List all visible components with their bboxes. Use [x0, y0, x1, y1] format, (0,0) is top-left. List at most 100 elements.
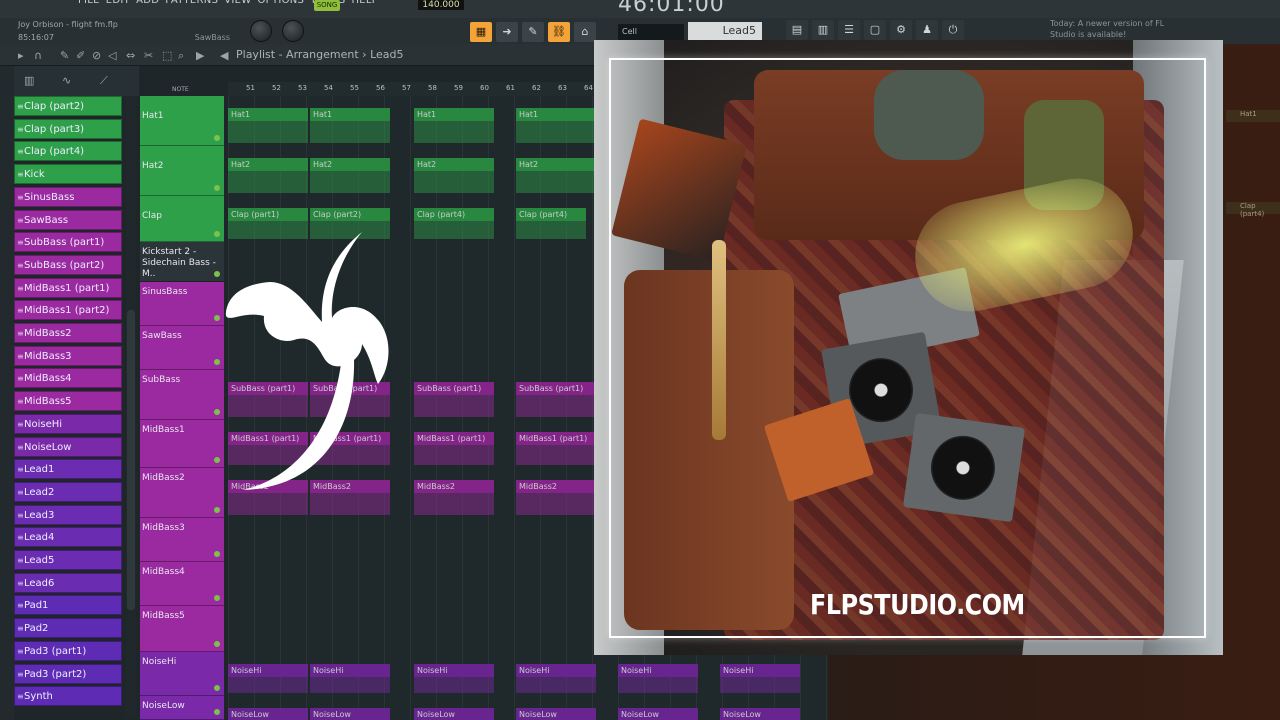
track-enable-led[interactable] — [214, 551, 220, 557]
pattern-clip-body[interactable] — [414, 677, 494, 693]
pattern-clip[interactable]: Clap (part1) — [228, 208, 308, 221]
picker-item[interactable]: Lead2 — [14, 481, 122, 503]
pattern-clip[interactable]: Hat1 — [310, 108, 390, 121]
pattern-clip[interactable]: NoiseLow — [618, 708, 698, 720]
pattern-clip[interactable]: NoiseHi — [720, 664, 800, 677]
track-header[interactable]: MidBass2 — [140, 468, 224, 518]
picker-item[interactable]: Clap (part2) — [14, 96, 122, 117]
master-volume-knob[interactable] — [250, 20, 272, 42]
pattern-clip-body[interactable] — [516, 493, 596, 515]
track-enable-led[interactable] — [214, 315, 220, 321]
update-notice[interactable]: Today: A newer version of FL Studio is a… — [1050, 18, 1170, 40]
pattern-clip[interactable]: MidBass2 — [414, 480, 494, 493]
pattern-clip[interactable]: Hat2 — [228, 158, 308, 171]
pattern-clip-body[interactable] — [414, 221, 494, 239]
pattern-clip-body[interactable] — [228, 171, 308, 193]
track-enable-led[interactable] — [214, 135, 220, 141]
user-icon[interactable]: ♟ — [916, 20, 938, 40]
pattern-clip-body[interactable] — [618, 677, 698, 693]
zoom-icon[interactable]: ⌕ — [178, 49, 184, 63]
picker-item[interactable]: SawBass — [14, 209, 122, 231]
timeline-ruler[interactable]: 51 52 53 54 55 56 57 58 59 60 61 62 63 64 — [228, 82, 598, 96]
waveform-icon[interactable]: ∿ — [62, 74, 71, 87]
track-header[interactable]: Hat1 — [140, 96, 224, 146]
pattern-selector[interactable]: Lead5 — [688, 22, 762, 40]
paint-icon[interactable]: ✐ — [76, 49, 85, 62]
piano-icon[interactable]: ▥ — [24, 74, 34, 87]
pattern-clip[interactable]: Hat1 — [228, 108, 308, 121]
picker-item[interactable]: NoiseHi — [14, 413, 122, 435]
pattern-clip[interactable]: Hat1 — [414, 108, 494, 121]
pattern-clip-body[interactable] — [516, 395, 596, 417]
pattern-clip-body[interactable] — [228, 677, 308, 693]
track-header[interactable]: MidBass4 — [140, 562, 224, 606]
pattern-clip-body[interactable] — [414, 171, 494, 193]
slip-icon[interactable]: ⇔ — [126, 49, 135, 62]
menu-patterns[interactable]: PATTERNS — [165, 0, 218, 6]
picker-item[interactable]: MidBass1 (part2) — [14, 300, 122, 321]
picker-item[interactable]: Clap (part4) — [14, 141, 122, 162]
picker-item[interactable]: MidBass2 — [14, 323, 122, 344]
picker-item[interactable]: Lead6 — [14, 572, 122, 594]
select-icon[interactable]: ⬚ — [162, 49, 172, 62]
pattern-clip[interactable]: NoiseLow — [414, 708, 494, 720]
picker-item[interactable]: Lead1 — [14, 459, 122, 480]
track-enable-led[interactable] — [214, 709, 220, 715]
track-enable-led[interactable] — [214, 457, 220, 463]
pattern-clip[interactable]: NoiseHi — [414, 664, 494, 677]
picker-item[interactable]: Kick — [14, 164, 122, 185]
track-header[interactable]: SubBass — [140, 370, 224, 420]
pattern-clip[interactable]: NoiseLow — [310, 708, 390, 720]
arrow-icon[interactable]: ▸ — [18, 49, 24, 62]
piano-roll-icon[interactable]: ▦ — [470, 22, 492, 42]
picker-item[interactable]: NoiseLow — [14, 436, 122, 458]
picker-item[interactable]: Lead4 — [14, 527, 122, 548]
track-enable-led[interactable] — [214, 359, 220, 365]
master-pitch-knob[interactable] — [282, 20, 304, 42]
mixer-icon[interactable]: ☰ — [838, 20, 860, 40]
picker-item[interactable]: MidBass5 — [14, 391, 122, 412]
menu-view[interactable]: VIEW — [224, 0, 251, 6]
menu-add[interactable]: ADD — [136, 0, 159, 6]
picker-item[interactable]: Pad3 (part1) — [14, 640, 122, 662]
track-header[interactable]: Clap — [140, 196, 224, 242]
pattern-clip-body[interactable] — [720, 677, 800, 693]
menu-file[interactable]: FILE — [78, 0, 100, 6]
pattern-clip[interactable]: NoiseHi — [228, 664, 308, 677]
pattern-clip[interactable]: NoiseHi — [310, 664, 390, 677]
pattern-clip-body[interactable] — [516, 677, 596, 693]
pattern-clip[interactable]: MidBass1 (part1) — [516, 432, 596, 445]
track-header[interactable]: SawBass — [140, 326, 224, 370]
pattern-clip[interactable]: NoiseHi — [516, 664, 596, 677]
track-enable-led[interactable] — [214, 507, 220, 513]
pattern-clip[interactable]: Clap (part4) — [516, 208, 586, 221]
track-header[interactable]: Hat2 — [140, 146, 224, 196]
track-header[interactable]: SinusBass — [140, 282, 224, 326]
channel-rack-icon[interactable]: ▥ — [812, 20, 834, 40]
track-header[interactable]: MidBass5 — [140, 606, 224, 652]
pattern-clip-body[interactable] — [414, 395, 494, 417]
picker-item[interactable]: Synth — [14, 686, 122, 707]
track-header[interactable]: MidBass3 — [140, 518, 224, 562]
pencil-icon[interactable]: ✎ — [522, 22, 544, 42]
track-header[interactable]: NoiseLow — [140, 696, 224, 720]
plugin-icon[interactable]: ⚙ — [890, 20, 912, 40]
play-icon[interactable]: ▶ — [196, 49, 204, 62]
pattern-clip-body[interactable] — [516, 221, 586, 239]
picker-item[interactable]: MidBass1 (part1) — [14, 277, 122, 299]
track-enable-led[interactable] — [214, 231, 220, 237]
pattern-clip[interactable]: Hat1 — [516, 108, 596, 121]
pattern-clip-body[interactable] — [310, 677, 390, 693]
pattern-clip[interactable]: SubBass (part1) — [516, 382, 596, 395]
picker-item[interactable]: SinusBass — [14, 186, 122, 208]
menu-options[interactable]: OPTIONS — [257, 0, 304, 6]
pattern-clip-body[interactable] — [228, 121, 308, 143]
pattern-clip-body[interactable] — [516, 171, 596, 193]
track-enable-led[interactable] — [214, 685, 220, 691]
pattern-clip-body[interactable] — [516, 445, 596, 465]
picker-item[interactable]: Pad1 — [14, 595, 122, 616]
track-header[interactable]: NoiseHi — [140, 652, 224, 696]
arrow-right-icon[interactable]: ➜ — [496, 22, 518, 42]
pattern-clip-body[interactable] — [310, 171, 390, 193]
pattern-clip[interactable]: Hat2 — [414, 158, 494, 171]
